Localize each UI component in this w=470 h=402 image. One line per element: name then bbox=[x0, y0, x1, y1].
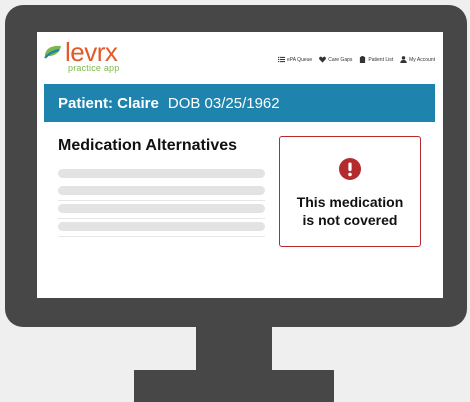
list-divider bbox=[58, 218, 265, 219]
nav-item-epa-queue[interactable]: ePA Queue bbox=[277, 56, 313, 63]
alert-line-1: This medication bbox=[296, 194, 404, 210]
top-navigation-bar: levrx practice app ePA Queue Care Gaps P… bbox=[37, 32, 443, 82]
clipboard-icon bbox=[360, 56, 366, 63]
nav-item-my-account[interactable]: My Account bbox=[400, 56, 435, 63]
patient-dob: DOB 03/25/1962 bbox=[167, 94, 280, 112]
medication-alternatives-list bbox=[58, 169, 265, 240]
patient-name: Patient: Claire bbox=[58, 94, 159, 112]
logo-subtitle: practice app bbox=[68, 63, 120, 73]
alert-line-2: is not covered bbox=[302, 212, 398, 228]
section-title: Medication Alternatives bbox=[58, 137, 238, 154]
nav-label-my-account: My Account bbox=[409, 56, 435, 63]
nav-label-care-gaps: Care Gaps bbox=[328, 56, 353, 63]
list-divider bbox=[58, 200, 265, 201]
leaf-logo-icon bbox=[44, 45, 61, 59]
logo-wordmark: levrx bbox=[65, 37, 118, 67]
list-item-placeholder bbox=[58, 204, 265, 213]
nav-label-patient-list: Patient List bbox=[368, 56, 394, 63]
list-divider bbox=[58, 236, 265, 237]
list-item-placeholder bbox=[58, 169, 265, 178]
monitor-stand-base bbox=[134, 370, 334, 402]
patient-header-bar: Patient: Claire DOB 03/25/1962 bbox=[44, 84, 435, 122]
nav-label-epa-queue: ePA Queue bbox=[286, 56, 313, 63]
not-covered-alert: This medication is not covered bbox=[279, 136, 421, 247]
heart-icon bbox=[319, 56, 327, 63]
list-item-placeholder bbox=[58, 186, 265, 195]
exclamation-circle-icon bbox=[339, 158, 361, 180]
list-item-placeholder bbox=[58, 222, 265, 231]
list-icon bbox=[277, 56, 285, 63]
levrx-logo[interactable]: levrx practice app bbox=[43, 37, 143, 77]
nav-item-care-gaps[interactable]: Care Gaps bbox=[319, 56, 352, 63]
nav-menu: ePA Queue Care Gaps Patient List My Acco… bbox=[277, 56, 435, 63]
user-icon bbox=[400, 56, 407, 63]
monitor-screen: levrx practice app ePA Queue Care Gaps P… bbox=[37, 32, 443, 298]
nav-item-patient-list[interactable]: Patient List bbox=[359, 56, 393, 63]
monitor-stand-neck bbox=[196, 326, 272, 372]
alert-message: This medication is not covered bbox=[280, 193, 420, 229]
